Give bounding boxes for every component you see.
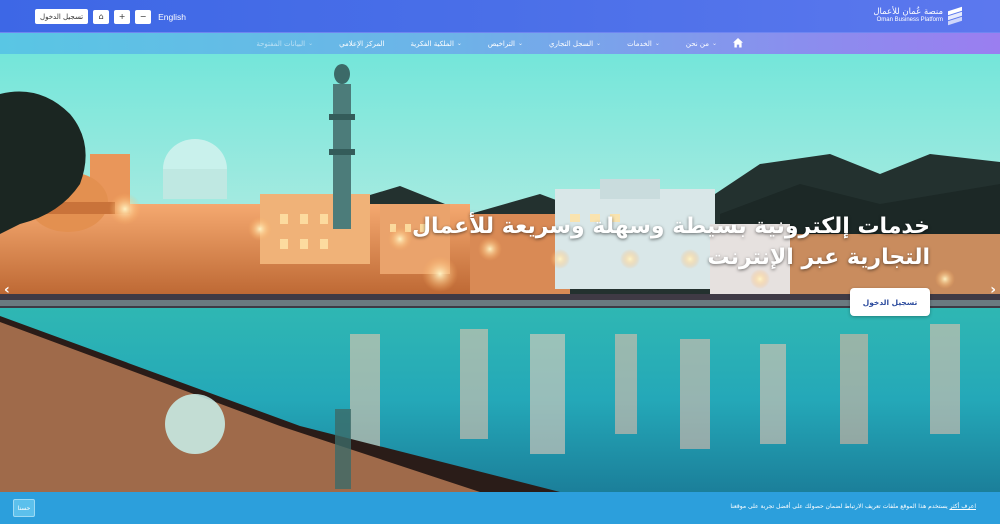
- home-icon[interactable]: [732, 37, 744, 49]
- chevron-down-icon: ⌄: [596, 40, 602, 47]
- top-header: تسجيل الدخول ⌂ + − English منصة عُمان لل…: [0, 0, 1000, 33]
- home-shortcut-button[interactable]: ⌂: [93, 9, 110, 24]
- nav-item-open-data[interactable]: البيانات المفتوحة ⌄: [243, 40, 326, 48]
- font-increase-button[interactable]: +: [114, 9, 131, 24]
- header-actions: تسجيل الدخول ⌂ + − English: [35, 9, 186, 24]
- cookie-consent-bar: حسنا اعرف أكثر يستخدم هذا الموقع ملفات ت…: [0, 492, 1000, 524]
- hero-login-button[interactable]: تسجيل الدخول: [850, 288, 930, 316]
- site-logo[interactable]: منصة عُمان للأعمال Oman Business Platfor…: [873, 6, 962, 26]
- cookie-message: اعرف أكثر يستخدم هذا الموقع ملفات تعريف …: [730, 503, 980, 510]
- cookie-message-text: يستخدم هذا الموقع ملفات تعريف الارتباط ل…: [730, 503, 948, 510]
- nav-item-about[interactable]: من نحن ⌄: [673, 40, 730, 48]
- logo-mark-icon: [948, 6, 962, 26]
- chevron-down-icon: ⌄: [517, 40, 523, 47]
- cookie-learn-more-link[interactable]: اعرف أكثر: [950, 503, 976, 510]
- chevron-down-icon: ⌄: [711, 40, 717, 47]
- hero-title: خدمات إلكترونية بسيطة وسهلة وسريعة للأعم…: [411, 214, 930, 270]
- logo-arabic-text: منصة عُمان للأعمال: [873, 7, 943, 18]
- nav-items: من نحن ⌄ الخدمات ⌄ السجل التجاري ⌄ التراخيص…: [243, 33, 730, 54]
- main-nav: من نحن ⌄ الخدمات ⌄ السجل التجاري ⌄ التراخيص…: [0, 33, 1000, 54]
- nav-item-media-center[interactable]: المركز الإعلامي: [326, 40, 397, 48]
- logo-english-text: Oman Business Platform: [876, 17, 943, 24]
- hero-banner: خدمات إلكترونية بسيطة وسهلة وسريعة للأعم…: [0, 54, 1000, 492]
- font-decrease-button[interactable]: −: [135, 9, 152, 24]
- chevron-down-icon: ⌄: [308, 40, 314, 47]
- header-login-button[interactable]: تسجيل الدخول: [35, 9, 89, 24]
- nav-item-commercial-registry[interactable]: السجل التجاري ⌄: [536, 40, 614, 48]
- nav-item-licenses[interactable]: التراخيص ⌄: [475, 40, 536, 48]
- nav-item-intellectual-property[interactable]: الملكية الفكرية ⌄: [397, 40, 474, 48]
- slider-next-arrow-icon[interactable]: ›: [990, 282, 996, 298]
- chevron-down-icon: ⌄: [456, 40, 462, 47]
- chevron-down-icon: ⌄: [654, 40, 660, 47]
- language-switch-link[interactable]: English: [158, 12, 186, 22]
- cookie-accept-button[interactable]: حسنا: [13, 499, 35, 517]
- nav-item-services[interactable]: الخدمات ⌄: [614, 40, 673, 48]
- slider-prev-arrow-icon[interactable]: ‹: [4, 282, 10, 298]
